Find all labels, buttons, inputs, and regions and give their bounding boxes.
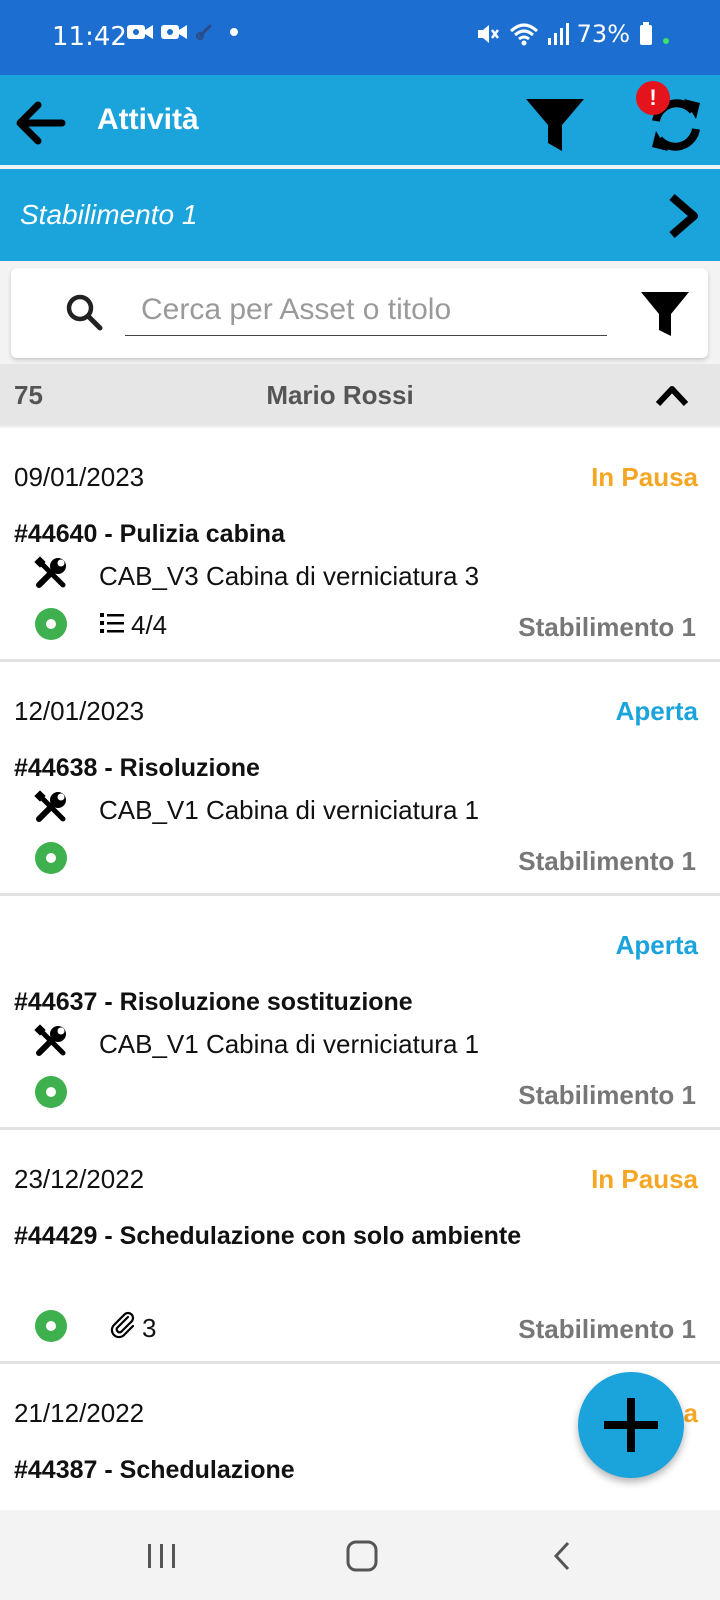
mute-icon	[477, 25, 499, 43]
task-asset: CAB_V1 Cabina di verniciatura 1	[99, 1029, 480, 1059]
status-dot-icon	[35, 1076, 67, 1108]
search-filter-icon[interactable]	[639, 288, 691, 340]
search-card	[11, 268, 708, 358]
task-plant: Stabilimento 1	[518, 846, 696, 876]
task-date: 09/01/2023	[14, 462, 145, 492]
link-icon	[196, 24, 212, 40]
notification-icons	[126, 22, 244, 42]
task-plant: Stabilimento 1	[518, 1080, 696, 1110]
system-icons: 73%	[475, 20, 670, 48]
task-title: #44637 - Risoluzione sostituzione	[14, 988, 413, 1016]
home-icon[interactable]	[342, 1538, 382, 1574]
task-card[interactable]: 23/12/2022 In Pausa #44429 - Schedulazio…	[0, 1130, 720, 1364]
task-date: 12/01/2023	[14, 696, 145, 726]
task-status: In Pausa	[591, 1164, 698, 1194]
task-status: In Pausa	[591, 462, 698, 492]
plant-name: Stabilimento 1	[20, 199, 198, 230]
task-title: #44638 - Risoluzione	[14, 754, 260, 782]
task-card[interactable]: Aperta #44637 - Risoluzione sostituzione…	[0, 896, 720, 1130]
app-bar: Attività !	[0, 75, 720, 167]
page-title: Attività	[97, 103, 199, 136]
charging-dot-icon	[663, 38, 669, 44]
group-user-name: Mario Rossi	[266, 380, 414, 410]
chevron-right-icon[interactable]	[660, 191, 706, 241]
nav-back-icon[interactable]	[544, 1538, 584, 1574]
task-asset: CAB_V1 Cabina di verniciatura 1	[99, 795, 480, 825]
checklist-icon	[100, 613, 124, 633]
system-navigation-bar	[0, 1510, 720, 1600]
chevron-up-icon[interactable]	[654, 382, 690, 408]
task-list: 09/01/2023 In Pausa #44640 - Pulizia cab…	[0, 428, 720, 1510]
add-task-button[interactable]	[578, 1372, 684, 1478]
status-dot-icon	[35, 1310, 67, 1342]
search-input[interactable]	[125, 284, 607, 336]
clock: 11:42	[52, 22, 127, 52]
plus-icon	[604, 1398, 658, 1452]
task-title: #44429 - Schedulazione con solo ambiente	[14, 1222, 522, 1250]
paperclip-icon	[110, 1311, 135, 1339]
tools-icon	[34, 790, 66, 822]
dot-icon	[230, 28, 238, 36]
attachment-count: 3	[142, 1313, 157, 1343]
status-dot-icon	[35, 608, 67, 640]
status-dot-icon	[35, 842, 67, 874]
signal-icon	[547, 23, 569, 45]
task-card[interactable]: 09/01/2023 In Pausa #44640 - Pulizia cab…	[0, 428, 720, 662]
wifi-icon	[509, 23, 538, 46]
task-title: #44640 - Pulizia cabina	[14, 520, 285, 548]
task-status: Aperta	[615, 930, 698, 960]
filter-icon[interactable]	[524, 93, 586, 155]
sync-alert-badge: !	[636, 81, 670, 115]
task-title: #44387 - Schedulazione	[14, 1456, 295, 1484]
task-card[interactable]: 12/01/2023 Aperta #44638 - Risoluzione C…	[0, 662, 720, 896]
recent-apps-icon[interactable]	[142, 1538, 182, 1574]
plant-selector[interactable]: Stabilimento 1	[0, 169, 720, 261]
video-call-icon	[127, 25, 153, 39]
video-call-icon	[161, 25, 187, 39]
tools-icon	[34, 556, 66, 588]
back-arrow-icon[interactable]	[14, 97, 66, 149]
battery-level: 73%	[576, 20, 630, 48]
search-icon	[66, 294, 103, 331]
status-bar: 11:42 73%	[0, 0, 720, 75]
task-status: Aperta	[615, 696, 698, 726]
group-header[interactable]: 75 Mario Rossi	[0, 364, 720, 426]
task-date: 23/12/2022	[14, 1164, 145, 1194]
task-plant: Stabilimento 1	[518, 1314, 696, 1344]
task-plant: Stabilimento 1	[518, 612, 696, 642]
task-date: 21/12/2022	[14, 1398, 145, 1428]
checklist-progress: 4/4	[131, 610, 168, 640]
battery-icon	[640, 22, 652, 45]
tools-icon	[34, 1024, 66, 1056]
task-asset: CAB_V3 Cabina di verniciatura 3	[99, 561, 480, 591]
